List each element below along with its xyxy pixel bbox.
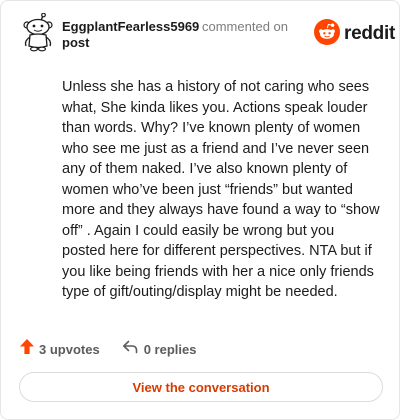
view-conversation-button[interactable]: View the conversation [19,372,383,402]
reply-arrow-icon [122,340,138,359]
replies-count: 0 replies [143,341,197,357]
upvote-arrow-icon [19,338,35,360]
replies-button[interactable]: 0 replies [122,340,197,359]
comment-author[interactable]: EggplantFearless5969 [62,19,199,34]
comment-card: EggplantFearless5969 commented on post r… [0,0,400,420]
reddit-brand[interactable]: reddit [314,18,395,50]
reddit-wordmark: reddit [344,23,395,44]
user-avatar-icon[interactable] [21,12,55,53]
reddit-snoo-icon [314,18,340,50]
comment-action-text: commented on [202,19,288,34]
upvote-count: 3 upvotes [39,341,100,357]
post-link[interactable]: post [62,35,89,50]
comment-body: Unless she has a history of not caring w… [62,79,380,300]
upvote-button[interactable]: 3 upvotes [19,338,100,360]
comment-footer: 3 upvotes 0 replies [19,339,196,359]
